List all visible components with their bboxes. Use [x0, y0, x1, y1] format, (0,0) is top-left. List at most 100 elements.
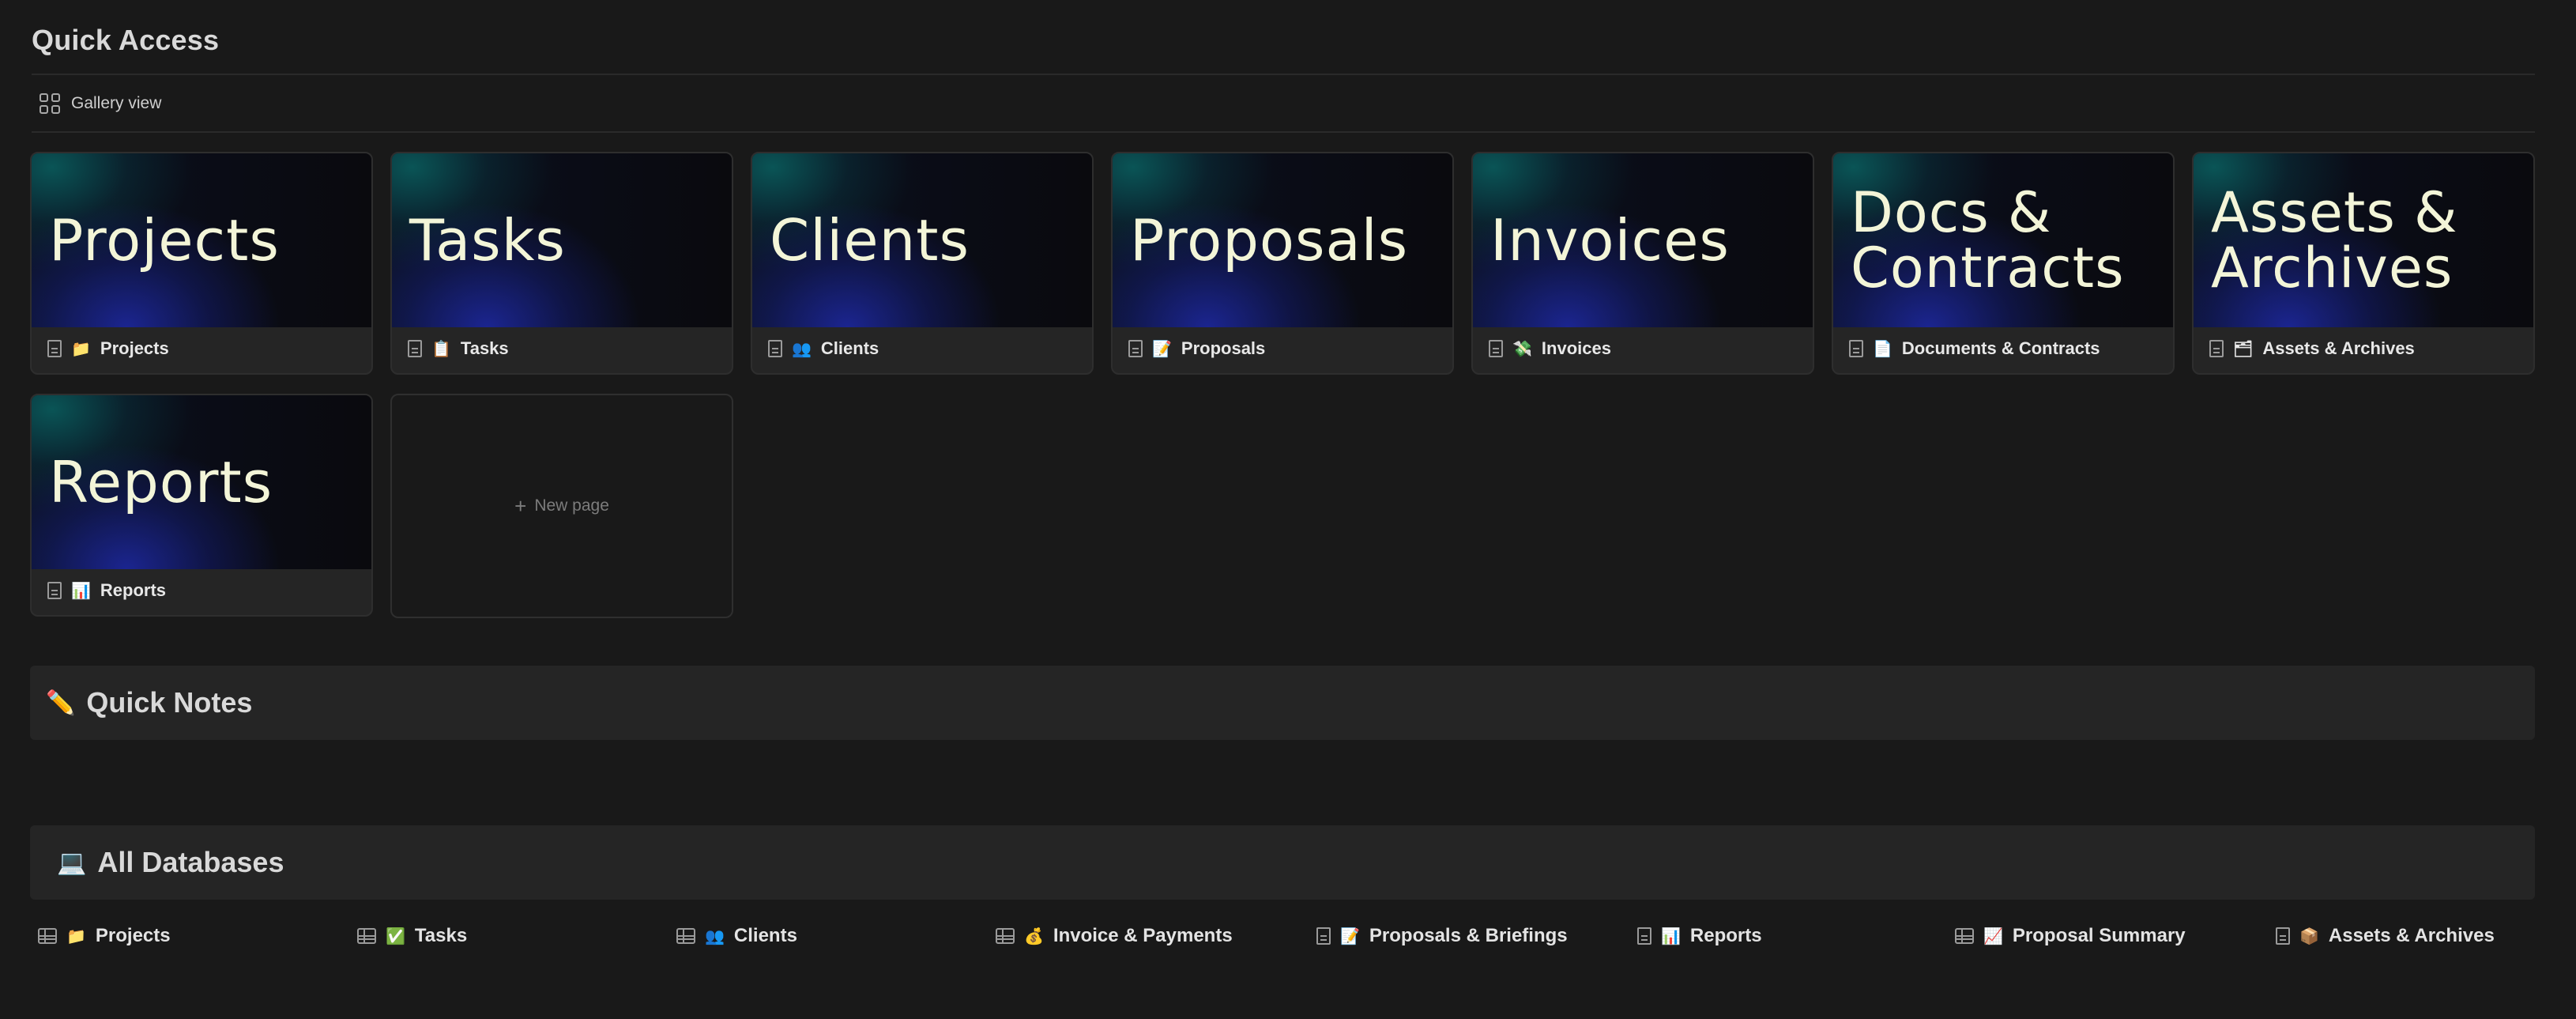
gallery-icon: [40, 93, 60, 114]
gallery-card-documents-contracts[interactable]: Docs & Contracts 📄 Documents & Contracts: [1832, 152, 2175, 375]
gallery-card-reports[interactable]: Reports 📊 Reports: [30, 394, 373, 617]
page-icon: [47, 582, 62, 599]
card-caption: 📊 Reports: [47, 566, 363, 615]
cover-title: Proposals: [1130, 207, 1409, 274]
card-cover: Clients: [752, 153, 1092, 327]
card-label: Projects: [100, 338, 169, 358]
bar-chart-icon: 📊: [1661, 927, 1681, 945]
pencil-icon: ✏️: [46, 689, 76, 717]
cover-title: Reports: [49, 449, 273, 515]
database-link-tasks[interactable]: ✅ Tasks: [357, 925, 467, 947]
document-icon: 📄: [1873, 339, 1892, 358]
table-icon: [996, 928, 1015, 944]
gallery-card-tasks[interactable]: Tasks 📋 Tasks: [390, 152, 733, 375]
page-icon: [47, 340, 62, 357]
card-caption: 📋 Tasks: [408, 324, 724, 373]
folder-icon: 📁: [71, 339, 91, 358]
card-label: Reports: [100, 580, 167, 600]
package-icon: 📦: [2299, 927, 2319, 945]
page-icon: [1316, 927, 1331, 945]
database-label: Reports: [1689, 925, 1762, 946]
card-cover: Invoices: [1473, 153, 1813, 327]
card-caption: 💸 Invoices: [1489, 324, 1805, 373]
cover-title: Clients: [770, 207, 970, 274]
page-icon: [2276, 927, 2290, 945]
gallery-view-label: Gallery view: [71, 94, 162, 112]
cover-title: Docs & Contracts: [1851, 180, 2125, 300]
page-icon: [1128, 340, 1143, 357]
database-link-reports[interactable]: 📊 Reports: [1637, 925, 1762, 947]
page-icon: [408, 340, 422, 357]
card-caption: 📄 Documents & Contracts: [1849, 324, 2165, 373]
card-cover: Proposals: [1113, 153, 1452, 327]
chart-up-icon: 📈: [1983, 927, 2003, 945]
folder-icon: 📁: [66, 927, 86, 945]
card-caption: 📁 Projects: [47, 324, 363, 373]
money-icon: 💸: [1512, 339, 1532, 358]
database-label: Invoice & Payments: [1053, 925, 1233, 946]
card-label: Proposals: [1181, 338, 1266, 358]
database-label: Assets & Archives: [2328, 925, 2495, 946]
new-page-label: New page: [534, 496, 609, 515]
card-caption: 🗂 Assets & Archives: [2209, 324, 2525, 373]
card-label: Invoices: [1541, 338, 1611, 358]
money-bag-icon: 💰: [1024, 927, 1044, 945]
card-caption: 📝 Proposals: [1128, 324, 1444, 373]
gallery-card-invoices[interactable]: Invoices 💸 Invoices: [1471, 152, 1814, 375]
table-icon: [1955, 928, 1974, 944]
gallery-view-tab[interactable]: Gallery view: [40, 93, 161, 114]
card-label: Assets & Archives: [2262, 338, 2415, 358]
database-link-projects[interactable]: 📁 Projects: [38, 925, 171, 947]
page-icon: [1637, 927, 1651, 945]
card-cover: Projects: [32, 153, 371, 327]
database-link-proposals-briefings[interactable]: 📝 Proposals & Briefings: [1316, 925, 1568, 947]
clipboard-icon: 📋: [431, 339, 451, 358]
quick-notes-heading[interactable]: ✏️ Quick Notes: [30, 666, 2535, 740]
cover-title: Tasks: [409, 207, 566, 274]
card-cover: Tasks: [392, 153, 732, 327]
database-label: Clients: [733, 925, 797, 946]
card-cover: Reports: [32, 395, 371, 569]
database-link-assets-archives[interactable]: 📦 Assets & Archives: [2276, 925, 2495, 947]
gallery-card-proposals[interactable]: Proposals 📝 Proposals: [1111, 152, 1454, 375]
people-icon: 👥: [792, 339, 812, 358]
cover-title: Projects: [49, 207, 280, 274]
card-label: Tasks: [460, 338, 509, 358]
check-icon: ✅: [386, 927, 405, 945]
database-label: Proposal Summary: [2012, 925, 2186, 946]
section-title: All Databases: [97, 846, 284, 878]
cover-title: Assets & Archives: [2211, 180, 2458, 300]
people-icon: 👥: [705, 927, 725, 945]
new-page-button[interactable]: + New page: [390, 394, 733, 618]
page-title: Quick Access: [32, 24, 220, 56]
database-label: Projects: [95, 925, 171, 946]
database-label: Tasks: [414, 925, 468, 946]
database-link-invoice-payments[interactable]: 💰 Invoice & Payments: [996, 925, 1233, 947]
card-cover: Docs & Contracts: [1833, 153, 2173, 327]
memo-icon: 📝: [1152, 339, 1172, 358]
table-icon: [676, 928, 695, 944]
card-caption: 👥 Clients: [768, 324, 1084, 373]
page-icon: [1849, 340, 1863, 357]
database-link-proposal-summary[interactable]: 📈 Proposal Summary: [1955, 925, 2186, 947]
card-label: Documents & Contracts: [1901, 338, 2100, 358]
database-links: 📁 Projects ✅ Tasks 👥 Clients 💰 Invoice &…: [35, 925, 2535, 957]
gallery-card-clients[interactable]: Clients 👥 Clients: [751, 152, 1094, 375]
gallery-card-projects[interactable]: Projects 📁 Projects: [30, 152, 373, 375]
database-link-clients[interactable]: 👥 Clients: [676, 925, 797, 947]
section-title: Quick Notes: [86, 686, 253, 719]
cover-title: Invoices: [1490, 207, 1730, 274]
card-index-icon: 🗂: [2233, 339, 2254, 358]
view-divider: [32, 131, 2535, 133]
database-label: Proposals & Briefings: [1369, 925, 1568, 946]
plus-icon: +: [514, 493, 527, 518]
card-label: Clients: [820, 338, 879, 358]
bar-chart-icon: 📊: [71, 581, 91, 600]
title-divider: [32, 74, 2535, 75]
all-databases-heading[interactable]: 💻 All Databases: [30, 825, 2535, 900]
gallery-card-assets-archives[interactable]: Assets & Archives 🗂 Assets & Archives: [2192, 152, 2535, 375]
page-icon: [768, 340, 782, 357]
page-icon: [2209, 340, 2224, 357]
table-icon: [357, 928, 376, 944]
laptop-icon: 💻: [57, 848, 87, 877]
